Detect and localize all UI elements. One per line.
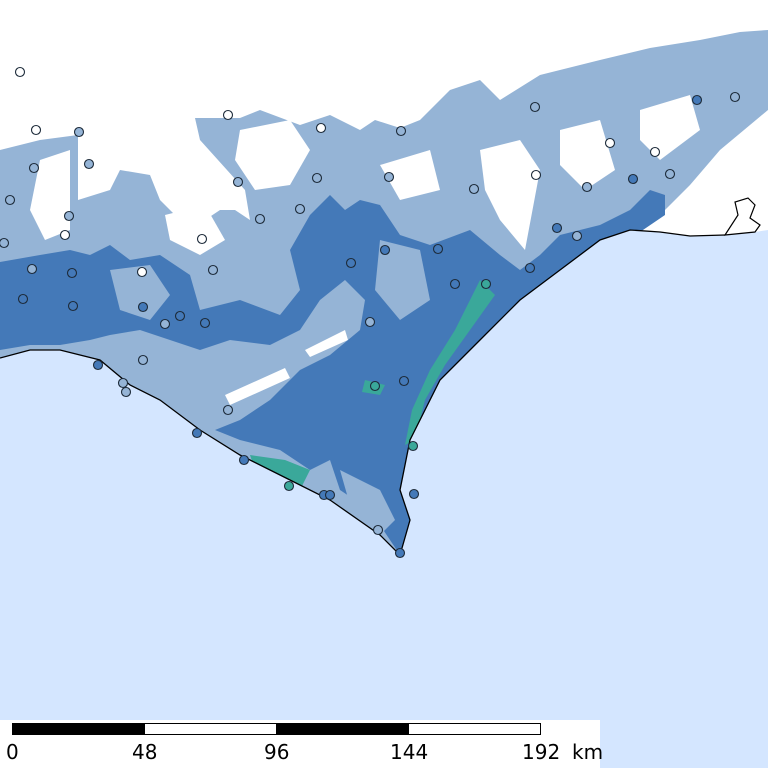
station-circle-icon[interactable] [345, 257, 357, 269]
station-circle-icon[interactable] [649, 146, 661, 158]
station-circle-icon[interactable] [395, 125, 407, 137]
station-circle-icon[interactable] [117, 377, 129, 389]
scale-tick-label: 144 [390, 740, 429, 764]
scale-unit-label: km [572, 740, 604, 764]
station-circle-icon[interactable] [17, 293, 29, 305]
station-circle-icon[interactable] [4, 194, 16, 206]
station-circle-icon[interactable] [191, 427, 203, 439]
station-circle-icon[interactable] [383, 171, 395, 183]
station-circle-icon[interactable] [232, 176, 244, 188]
station-circle-icon[interactable] [480, 278, 492, 290]
station-circle-icon[interactable] [432, 243, 444, 255]
station-circle-icon[interactable] [14, 66, 26, 78]
station-circle-icon[interactable] [729, 91, 741, 103]
station-circle-icon[interactable] [92, 359, 104, 371]
scale-bar: 0 48 96 144 192 km [0, 720, 604, 768]
station-circle-icon[interactable] [0, 237, 10, 249]
station-circle-icon[interactable] [73, 126, 85, 138]
station-circle-icon[interactable] [369, 380, 381, 392]
station-circle-icon[interactable] [315, 122, 327, 134]
station-circle-icon[interactable] [530, 169, 542, 181]
scale-tick-label: 0 [6, 740, 19, 764]
map-canvas[interactable] [0, 0, 768, 768]
station-circle-icon[interactable] [83, 158, 95, 170]
station-circle-icon[interactable] [664, 168, 676, 180]
station-circle-icon[interactable] [196, 233, 208, 245]
station-circle-icon[interactable] [120, 386, 132, 398]
station-circle-icon[interactable] [408, 488, 420, 500]
station-circle-icon[interactable] [66, 267, 78, 279]
station-circle-icon[interactable] [59, 229, 71, 241]
station-circle-icon[interactable] [222, 404, 234, 416]
scale-tick-label: 96 [264, 740, 290, 764]
station-circle-icon[interactable] [159, 318, 171, 330]
station-circle-icon[interactable] [627, 173, 639, 185]
station-circle-icon[interactable] [604, 137, 616, 149]
station-circle-icon[interactable] [364, 316, 376, 328]
station-circle-icon[interactable] [222, 109, 234, 121]
scale-tick-label: 48 [132, 740, 158, 764]
station-circle-icon[interactable] [394, 547, 406, 559]
station-circle-icon[interactable] [379, 244, 391, 256]
station-circle-icon[interactable] [524, 262, 536, 274]
scale-segment-white [144, 723, 277, 735]
station-circle-icon[interactable] [283, 480, 295, 492]
station-circle-icon[interactable] [449, 278, 461, 290]
station-circle-icon[interactable] [294, 203, 306, 215]
scale-segment-white [408, 723, 541, 735]
station-circle-icon[interactable] [136, 266, 148, 278]
station-circle-icon[interactable] [137, 354, 149, 366]
station-circle-icon[interactable] [407, 440, 419, 452]
station-circle-icon[interactable] [199, 317, 211, 329]
station-circle-icon[interactable] [28, 162, 40, 174]
scale-segment-black [12, 723, 145, 735]
station-circle-icon[interactable] [691, 94, 703, 106]
station-circle-icon[interactable] [529, 101, 541, 113]
station-circle-icon[interactable] [137, 301, 149, 313]
station-circle-icon[interactable] [372, 524, 384, 536]
station-circle-icon[interactable] [571, 230, 583, 242]
station-circle-icon[interactable] [63, 210, 75, 222]
station-circle-icon[interactable] [207, 264, 219, 276]
station-circle-icon[interactable] [254, 213, 266, 225]
station-circle-icon[interactable] [324, 489, 336, 501]
station-circle-icon[interactable] [26, 263, 38, 275]
station-circle-icon[interactable] [30, 124, 42, 136]
scale-tick-label: 192 [522, 740, 561, 764]
station-circle-icon[interactable] [311, 172, 323, 184]
station-circle-icon[interactable] [398, 375, 410, 387]
station-circle-icon[interactable] [67, 300, 79, 312]
scale-segment-black [276, 723, 409, 735]
station-circle-icon[interactable] [468, 183, 480, 195]
station-circle-icon[interactable] [581, 181, 593, 193]
station-circle-icon[interactable] [551, 222, 563, 234]
station-circle-icon[interactable] [174, 310, 186, 322]
station-circle-icon[interactable] [238, 454, 250, 466]
